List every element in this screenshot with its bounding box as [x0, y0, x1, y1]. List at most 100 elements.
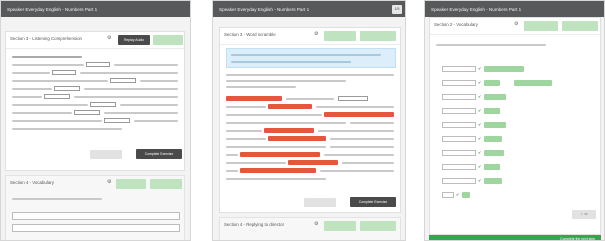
check-icon: ✔: [478, 136, 482, 141]
vocab-answer-tag: [484, 66, 524, 72]
passage-line: [226, 162, 286, 164]
vocab-input[interactable]: [442, 192, 454, 198]
gear-icon[interactable]: ⚙: [314, 222, 318, 227]
gear-icon[interactable]: ⚙: [107, 36, 111, 41]
passage-line: [74, 96, 178, 98]
complete-exercise-button[interactable]: Complete Exercise: [350, 197, 396, 207]
answer-gap[interactable]: [338, 96, 368, 101]
vocab-input[interactable]: [442, 66, 476, 72]
scrambled-sentence[interactable]: [264, 128, 314, 133]
passage-line: [12, 120, 102, 122]
answer-gap[interactable]: [104, 118, 130, 123]
app-topbar: Speaker Everyday English - Numbers Part …: [1, 1, 190, 17]
answer-gap[interactable]: [54, 86, 80, 91]
scrambled-sentence[interactable]: [288, 160, 338, 165]
scrambled-sentence[interactable]: [240, 168, 316, 173]
page-counter-label: 1/5: [394, 7, 400, 11]
check-button[interactable]: [90, 150, 122, 159]
passage-line: [84, 88, 178, 90]
section-button[interactable]: [116, 179, 146, 189]
vocab-answer-tag: [484, 164, 500, 170]
ok-button-label: ✓ ok: [580, 212, 588, 216]
answer-gap[interactable]: [86, 62, 110, 67]
next-button[interactable]: [153, 35, 183, 45]
replay-audio-button[interactable]: Replay Audio: [118, 35, 150, 45]
passage-line: [342, 162, 394, 164]
continue-bar[interactable]: Complete the next step: [429, 235, 601, 240]
answer-gap[interactable]: [74, 110, 100, 115]
screenshot-word-scramble: Speaker Everyday English - Numbers Part …: [212, 0, 406, 241]
section-button[interactable]: [324, 221, 356, 231]
passage-line: [120, 104, 178, 106]
passage-line: [316, 106, 394, 108]
scrambled-sentence[interactable]: [324, 112, 394, 117]
answer-gap[interactable]: [52, 70, 76, 75]
passage-line: [320, 170, 394, 172]
answer-gap[interactable]: [110, 78, 136, 83]
section-button[interactable]: [360, 31, 396, 41]
check-icon: ✔: [478, 66, 482, 71]
app-title: Speaker Everyday English - Numbers Part …: [219, 7, 310, 12]
passage-line: [324, 154, 394, 156]
section-button[interactable]: [150, 179, 182, 189]
scrambled-sentence[interactable]: [226, 96, 282, 101]
check-button[interactable]: [304, 198, 336, 207]
vocab-input[interactable]: [442, 80, 476, 86]
ok-button[interactable]: ✓ ok: [572, 210, 596, 219]
section-title: Section 2 - Vocabulary: [434, 22, 478, 27]
vocab-input[interactable]: [442, 178, 476, 184]
vocab-answer-tag: [484, 136, 502, 142]
notice-line: [231, 61, 351, 63]
next-section-card: Section 4 - Vocabulary ⚙: [5, 175, 185, 240]
gear-icon[interactable]: ⚙: [514, 22, 518, 27]
vocab-input[interactable]: [442, 150, 476, 156]
complete-exercise-button[interactable]: Complete Exercise: [136, 149, 182, 159]
scrambled-sentence[interactable]: [268, 104, 312, 109]
passage-line: [226, 114, 322, 116]
answer-gap[interactable]: [44, 94, 70, 99]
gear-icon[interactable]: ⚙: [107, 180, 111, 185]
instruction-line: [12, 198, 102, 200]
vocab-input[interactable]: [442, 164, 476, 170]
section-button[interactable]: [562, 21, 598, 31]
scrambled-sentence[interactable]: [240, 152, 320, 157]
section-button[interactable]: [524, 21, 558, 31]
scrambled-sentence[interactable]: [268, 136, 326, 141]
next-section-card: Section 4 - Replying to director ⚙: [219, 217, 401, 240]
answer-input[interactable]: [12, 212, 180, 220]
vocab-answer-tag: [484, 80, 500, 86]
passage-line: [80, 72, 178, 74]
replay-audio-label: Replay Audio: [124, 38, 144, 42]
passage-line: [12, 96, 42, 98]
section-button[interactable]: [324, 31, 356, 41]
screenshot-vocabulary: Speaker Everyday English - Numbers Part …: [424, 0, 605, 241]
passage-line: [318, 130, 394, 132]
app-topbar: Speaker Everyday English - Numbers Part …: [425, 1, 604, 17]
passage-line: [12, 56, 82, 58]
passage-line: [226, 106, 266, 108]
gear-icon[interactable]: ⚙: [314, 32, 318, 37]
passage-line: [12, 80, 108, 82]
passage-line: [286, 98, 334, 100]
check-icon: ✔: [478, 150, 482, 155]
vocab-input[interactable]: [442, 94, 476, 100]
section-button[interactable]: [360, 221, 396, 231]
passage-line: [12, 104, 88, 106]
vocab-input[interactable]: [442, 108, 476, 114]
passage-line: [226, 146, 326, 148]
section-title: Section 4 - Replying to director: [224, 222, 285, 227]
app-topbar: Speaker Everyday English - Numbers Part …: [213, 1, 405, 17]
answer-gap[interactable]: [90, 102, 116, 107]
vocab-input[interactable]: [442, 136, 476, 142]
page-counter-button[interactable]: 1/5: [392, 5, 402, 14]
passage-line: [226, 138, 266, 140]
vocab-input[interactable]: [442, 122, 476, 128]
passage-line: [330, 146, 394, 148]
vocab-answer-tag: [514, 80, 552, 86]
passage-line: [226, 86, 296, 88]
exercise-card: Section 2 - Vocabulary ⚙ ✔ ✔ ✔ ✔ ✔ ✔ ✔ ✔…: [429, 17, 601, 235]
answer-input[interactable]: [12, 224, 180, 232]
passage-line: [114, 64, 178, 66]
exercise-card: Section 3 - Listening Comprehension ⚙ Re…: [5, 31, 185, 171]
check-icon: ✔: [478, 80, 482, 85]
